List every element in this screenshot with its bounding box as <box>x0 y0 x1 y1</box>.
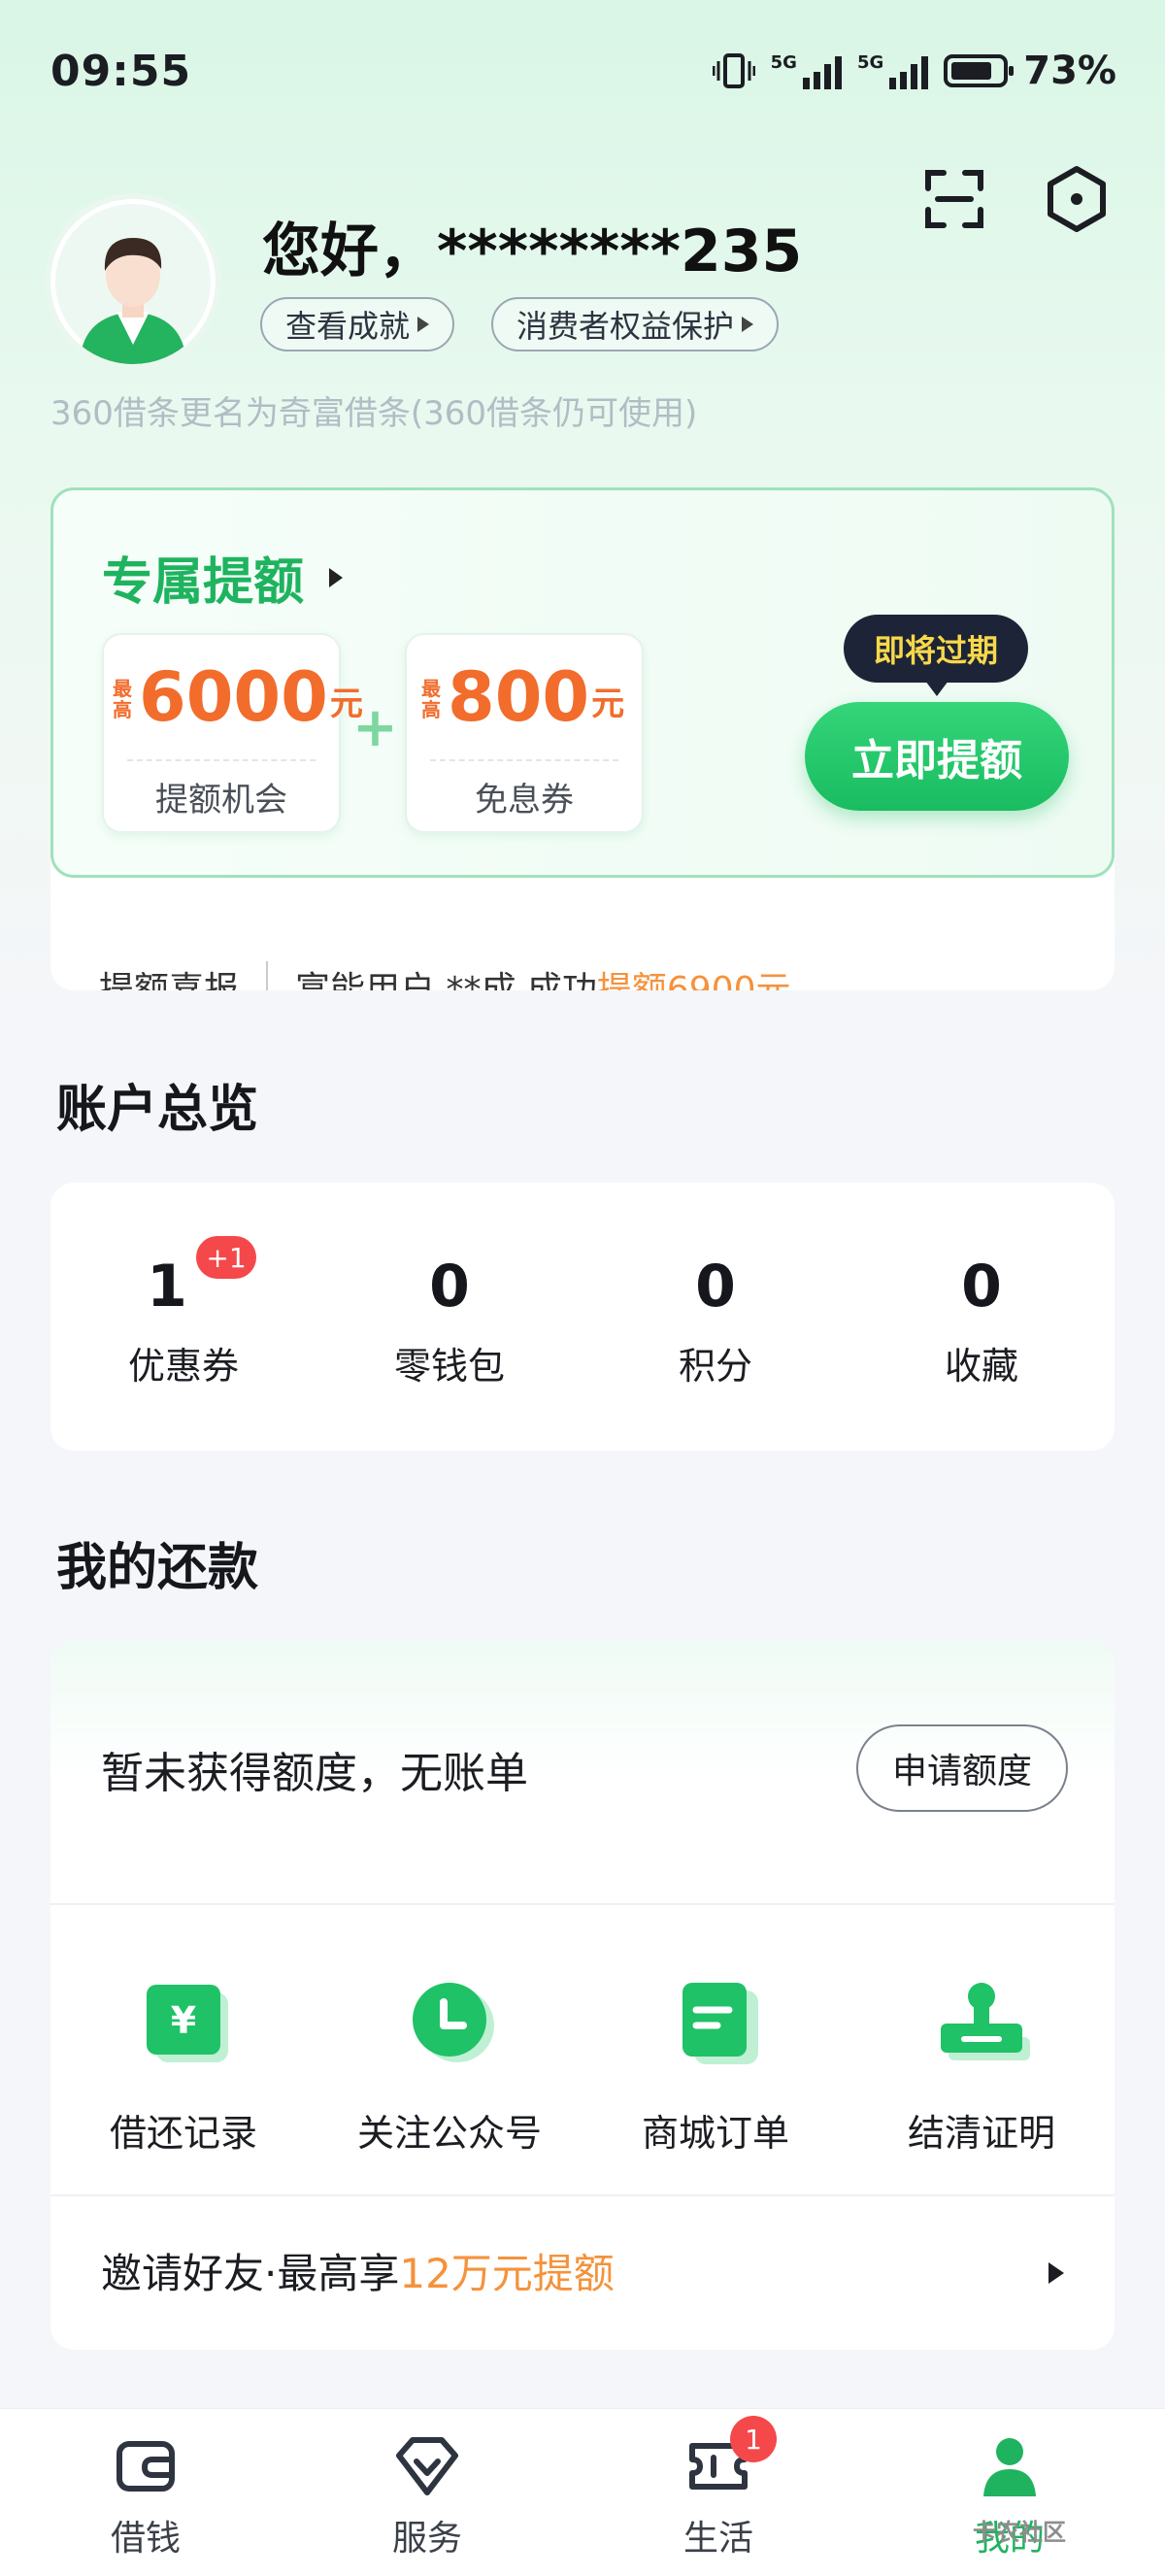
nav-mine[interactable]: 我的 <box>864 2409 1155 2576</box>
raise-quota-button[interactable]: 立即提额 <box>805 702 1069 811</box>
play-triangle-icon <box>417 317 430 332</box>
avatar[interactable] <box>50 199 216 364</box>
yen-wallet-icon: ¥ <box>147 1985 228 2062</box>
battery-percent: 73% <box>1023 49 1116 93</box>
nav-borrow[interactable]: 借钱 <box>0 2409 291 2576</box>
coupon-caption: 免息券 <box>475 781 574 820</box>
status-time: 09:55 <box>50 47 192 96</box>
dashed-divider <box>127 759 316 761</box>
achievements-button[interactable]: 查看成就 <box>260 297 455 351</box>
signal-icon-1: 5G <box>771 52 842 89</box>
play-triangle-icon <box>329 567 344 587</box>
consumer-rights-button[interactable]: 消费者权益保护 <box>491 297 780 351</box>
quota-chance-caption: 提额机会 <box>155 781 287 820</box>
status-icons: 5G 5G 73% <box>712 49 1116 93</box>
scan-icon[interactable] <box>920 165 988 233</box>
wallet-icon <box>116 2441 175 2492</box>
signal-icon-2: 5G <box>857 52 929 89</box>
invite-friends-banner[interactable]: 邀请好友·最高享12万元提额 <box>101 2241 615 2300</box>
battery-icon <box>944 54 1015 87</box>
person-icon <box>983 2438 1036 2496</box>
max-prefix: 最高 <box>113 677 132 721</box>
quota-chance-card[interactable]: 最高 6000 元 提额机会 <box>102 633 363 833</box>
coupon-unit: 元 <box>591 685 625 723</box>
stamp-icon <box>941 1983 1030 2060</box>
overview-card: 1 优惠券 +1 0 零钱包 0 积分 0 收藏 <box>50 1183 1115 1451</box>
divider <box>50 2194 1115 2196</box>
ticker[interactable]: 提额喜报 富能用户 **成 成功提额6900元 <box>99 961 791 990</box>
clock-icon <box>413 1983 494 2062</box>
bottom-nav: 借钱 服务 生活 我的 <box>0 2408 1165 2576</box>
max-prefix: 最高 <box>421 677 441 721</box>
svg-text:¥: ¥ <box>171 1999 196 2042</box>
greeting-text: 您好，********235 <box>262 217 803 285</box>
play-triangle-icon <box>742 317 754 332</box>
rename-notice: 360借条更名为奇富借条(360借条仍可使用) <box>50 394 698 433</box>
apply-quota-button[interactable]: 申请额度 <box>856 1724 1068 1812</box>
interest-free-coupon-card[interactable]: 最高 800 元 免息券 <box>405 633 644 833</box>
order-doc-icon <box>682 1983 758 2064</box>
no-bill-text: 暂未获得额度，无账单 <box>101 1749 528 1798</box>
expire-tag: 即将过期 <box>844 615 1028 696</box>
repayment-title: 我的还款 <box>56 1539 259 1597</box>
overview-title: 账户总览 <box>56 1081 259 1139</box>
dashed-divider <box>430 759 618 761</box>
vibrate-icon <box>712 53 755 88</box>
coupon-amount: 800 <box>448 657 590 737</box>
quota-card[interactable]: 专属提额 最高 6000 元 提额机会 + 最高 800 元 免息券 即将过期 … <box>50 487 1115 878</box>
coupon-badge: +1 <box>196 1236 256 1279</box>
plus-sign: + <box>352 696 398 759</box>
divider <box>50 1903 1115 1905</box>
nav-service[interactable]: 服务 <box>282 2409 573 2576</box>
ticker-message: 富能用户 **成 成功提额6900元 <box>295 970 791 990</box>
nav-life[interactable]: 生活 <box>573 2409 864 2576</box>
arrow-right-icon[interactable] <box>1048 2262 1064 2284</box>
diamond-icon <box>396 2437 458 2495</box>
quota-amount: 6000 <box>139 657 328 737</box>
life-badge: 1 <box>730 2416 777 2462</box>
watermark: 卡农社区 <box>973 2519 1066 2546</box>
quota-title[interactable]: 专属提额 <box>102 541 344 614</box>
ticker-divider <box>266 961 269 990</box>
settings-icon[interactable] <box>1043 165 1111 233</box>
ticker-label: 提额喜报 <box>99 970 240 990</box>
repayment-card: 暂未获得额度，无账单 申请额度 ¥ 借还记录 关注公众号 商城订单 结清证明 邀… <box>50 1641 1115 2350</box>
